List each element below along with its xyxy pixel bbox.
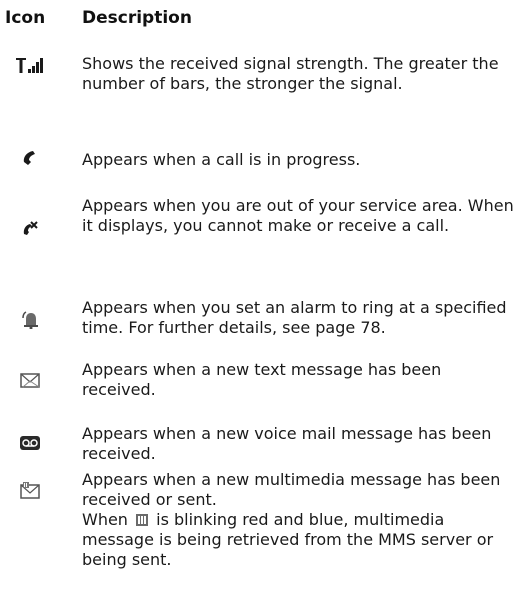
signal-strength-icon: [0, 54, 60, 76]
row-description: Appears when you set an alarm to ring at…: [82, 298, 507, 337]
voice-mail-icon: [0, 432, 60, 454]
row-description: Appears when you are out of your service…: [82, 196, 514, 235]
call-in-progress-icon: [0, 148, 60, 168]
table-row: Appears when a new text message has been…: [0, 360, 523, 422]
description-column-header: Description: [82, 8, 192, 28]
table-row: Appears when a new multimedia message ha…: [0, 470, 523, 596]
row-description: Appears when a new voice mail message ha…: [82, 424, 492, 463]
row-description: Appears when a new text message has been…: [82, 360, 442, 399]
table-row: Appears when a call is in progress.: [0, 144, 523, 169]
table-row: Shows the received signal strength. The …: [0, 50, 523, 114]
icon-column-header: Icon: [5, 8, 46, 28]
alarm-bell-icon: [0, 308, 60, 330]
row-description: Shows the received signal strength. The …: [82, 54, 499, 93]
table-row: Appears when you are out of your service…: [0, 196, 523, 260]
mms-retrieving-icon: [135, 513, 149, 527]
row-description: Appears when a call is in progress.: [82, 150, 361, 169]
table-header: Icon Description: [0, 6, 523, 30]
no-service-icon: [0, 218, 60, 240]
row-description: Appears when a new multimedia message ha…: [82, 470, 514, 570]
text-message-icon: [0, 370, 60, 392]
table-row: Appears when you set an alarm to ring at…: [0, 278, 523, 337]
multimedia-message-icon: [0, 480, 60, 502]
mms-blink-note: When is blinking red and blue, multimedi…: [82, 510, 494, 569]
